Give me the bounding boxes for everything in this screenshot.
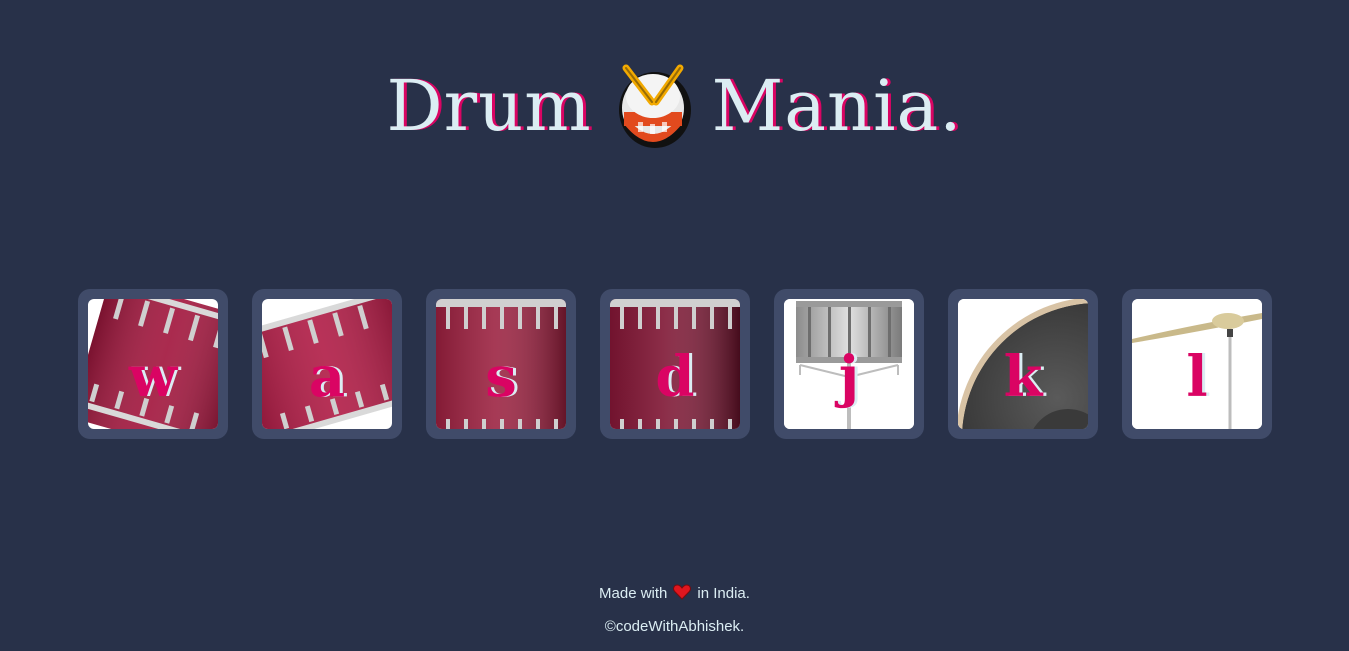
drum-button-tom-2[interactable]: a <box>252 289 402 439</box>
footer-made-with-prefix: Made with <box>599 585 668 602</box>
title-word-mania: Mania. <box>711 65 963 147</box>
footer-made-with: Made with in India. <box>0 584 1349 604</box>
drum-key-a: a <box>308 344 346 410</box>
footer-made-with-suffix: in India. <box>697 585 750 602</box>
drum-key-l: l <box>1186 344 1208 410</box>
drum-set: w a s d j k l <box>78 289 1272 439</box>
drum-key-d: d <box>655 344 695 410</box>
drum-key-s: s <box>485 344 517 410</box>
drum-key-j: j <box>838 344 860 410</box>
drum-button-tom-4[interactable]: d <box>600 289 750 439</box>
drum-key-w: w <box>128 344 178 410</box>
drum-button-tom-1[interactable]: w <box>78 289 228 439</box>
drum-button-snare[interactable]: j <box>774 289 924 439</box>
page: Drum Mania. w a s d j k l Made with in I… <box>0 0 1349 651</box>
title-word-drum: Drum <box>386 65 592 147</box>
drum-key-k: k <box>1003 344 1043 410</box>
footer-credit: ©codeWithAbhishek. <box>604 618 745 635</box>
heart-icon <box>673 584 692 604</box>
drum-emoji-icon <box>616 62 694 150</box>
drum-button-kick-bass[interactable]: k <box>948 289 1098 439</box>
drum-button-crash[interactable]: l <box>1122 289 1272 439</box>
drum-button-tom-3[interactable]: s <box>426 289 576 439</box>
page-title: Drum Mania. <box>0 52 1349 154</box>
